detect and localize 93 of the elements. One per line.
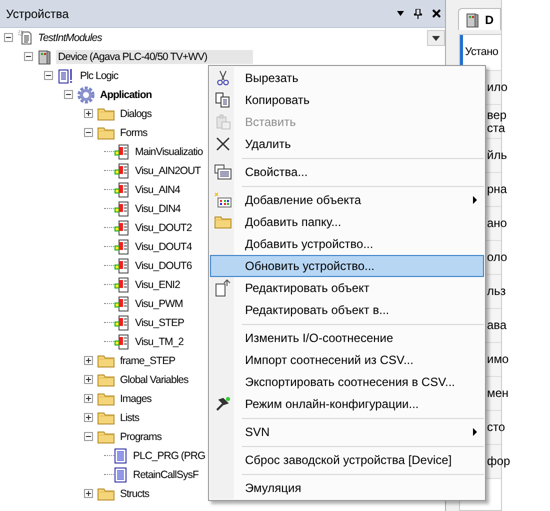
menu-item[interactable]: Сброс заводской устройства [Device] xyxy=(210,449,484,471)
menu-item[interactable]: Импорт соотнесений из CSV... xyxy=(210,349,484,371)
folder-icon xyxy=(214,215,232,229)
dropdown-arrow-icon xyxy=(432,36,440,40)
tree-item[interactable]: Visu_DOUT6 xyxy=(133,258,194,272)
expand-icon[interactable] xyxy=(84,413,93,422)
panel-title: Устройства xyxy=(6,6,70,20)
submenu-arrow-icon xyxy=(473,428,477,436)
tree-item[interactable]: Dialogs xyxy=(118,106,154,120)
expand-icon[interactable] xyxy=(84,356,93,365)
menu-item[interactable]: Добавление объекта xyxy=(210,189,484,211)
menu-item[interactable]: Добавить папку... xyxy=(210,211,484,233)
visualization-icon xyxy=(114,296,130,312)
menu-item[interactable]: Редактировать объект в... xyxy=(210,299,484,321)
folder-icon xyxy=(97,392,115,406)
visualization-icon xyxy=(114,144,130,160)
folder-icon xyxy=(97,354,115,368)
editor-tab[interactable]: D xyxy=(458,8,501,30)
tree-item[interactable]: Application xyxy=(98,88,154,102)
menu-item[interactable]: Режим онлайн-конфигурации... xyxy=(210,393,484,415)
tree-item[interactable]: RetainCallSysF xyxy=(131,468,200,482)
menu-item[interactable]: SVN xyxy=(210,421,484,443)
tree-item[interactable]: Visu_DOUT4 xyxy=(133,240,194,254)
tree-item[interactable]: frame_STEP xyxy=(118,354,178,368)
tree-item[interactable]: PLC_PRG (PRG xyxy=(131,448,208,462)
collapse-icon[interactable] xyxy=(24,52,33,61)
folder-icon xyxy=(97,410,115,424)
add-object-icon xyxy=(214,192,232,208)
tree-item[interactable]: Visu_TM_2 xyxy=(133,334,186,348)
visualization-icon xyxy=(114,200,130,216)
properties-icon xyxy=(214,164,232,180)
visualization-icon xyxy=(114,334,130,350)
expand-icon[interactable] xyxy=(84,489,93,498)
delete-icon xyxy=(215,136,231,152)
menu-item[interactable]: Экспортировать соотнесения в CSV... xyxy=(210,371,484,393)
collapse-icon[interactable] xyxy=(84,128,93,137)
scissors-icon xyxy=(215,70,231,86)
collapse-icon[interactable] xyxy=(84,432,93,441)
tree-item[interactable]: Structs xyxy=(118,486,152,500)
tree-item[interactable]: Programs xyxy=(118,430,164,444)
tree-item[interactable]: Plc Logic xyxy=(78,68,120,82)
collapse-icon[interactable] xyxy=(4,33,13,42)
visualization-icon xyxy=(114,276,130,292)
menu-item[interactable]: Свойства... xyxy=(210,161,484,183)
menu-item[interactable]: Удалить xyxy=(210,133,484,155)
menu-item[interactable]: Эмуляция xyxy=(210,477,484,499)
tree-item[interactable]: Visu_DIN4 xyxy=(133,202,182,216)
folder-icon xyxy=(97,430,115,444)
tree-item[interactable]: Global Variables xyxy=(118,372,190,386)
menu-item[interactable]: Обновить устройство... xyxy=(210,255,484,277)
folder-icon xyxy=(97,106,115,120)
device-icon xyxy=(465,12,481,28)
wrench-icon xyxy=(215,396,231,412)
tree-item[interactable]: TestIntModules xyxy=(36,30,104,44)
tree-item[interactable]: Visu_ENI2 xyxy=(133,278,182,292)
visualization-icon xyxy=(114,258,130,274)
visualization-icon xyxy=(114,314,130,330)
tree-item[interactable]: Device (Agava PLC-40/50 TV+WV) xyxy=(56,50,254,64)
gear-icon xyxy=(77,86,95,104)
device-icon xyxy=(37,48,53,64)
tree-item[interactable]: Visu_PWM xyxy=(133,296,185,310)
submenu-arrow-icon xyxy=(473,196,477,204)
visualization-icon xyxy=(114,162,130,178)
expand-icon[interactable] xyxy=(84,375,93,384)
menu-item[interactable]: Копировать xyxy=(210,89,484,111)
document-icon xyxy=(114,466,128,482)
document-icon xyxy=(114,448,128,464)
collapse-icon[interactable] xyxy=(64,90,73,99)
tree-item[interactable]: Lists xyxy=(118,410,142,424)
document-icon xyxy=(57,68,75,84)
menu-item[interactable]: Добавить устройство... xyxy=(210,233,484,255)
paste-icon xyxy=(215,114,231,130)
folder-icon xyxy=(97,126,115,140)
visualization-icon xyxy=(114,220,130,236)
dropdown-button[interactable] xyxy=(427,30,445,46)
visualization-icon xyxy=(114,182,130,198)
tree-item[interactable]: Visu_AIN2OUT xyxy=(133,164,203,178)
copy-icon xyxy=(215,92,231,108)
collapse-icon[interactable] xyxy=(44,71,53,80)
menu-item[interactable]: Редактировать объект xyxy=(210,277,484,299)
expand-icon[interactable] xyxy=(84,394,93,403)
folder-icon xyxy=(97,486,115,500)
tree-item[interactable]: Visu_AIN4 xyxy=(133,182,182,196)
tree-item[interactable]: Forms xyxy=(118,126,150,140)
tree-item[interactable]: Visu_DOUT2 xyxy=(133,220,194,234)
tree-item[interactable]: MainVisualizatio xyxy=(133,144,205,158)
expand-icon[interactable] xyxy=(84,109,93,118)
tree-item[interactable]: Visu_STEP xyxy=(133,316,186,330)
folder-icon xyxy=(97,372,115,386)
tree-item[interactable]: Images xyxy=(118,392,154,406)
visualization-icon xyxy=(114,238,130,254)
menu-item[interactable]: Изменить I/O-соотнесение xyxy=(210,327,484,349)
document-icon xyxy=(215,279,231,297)
